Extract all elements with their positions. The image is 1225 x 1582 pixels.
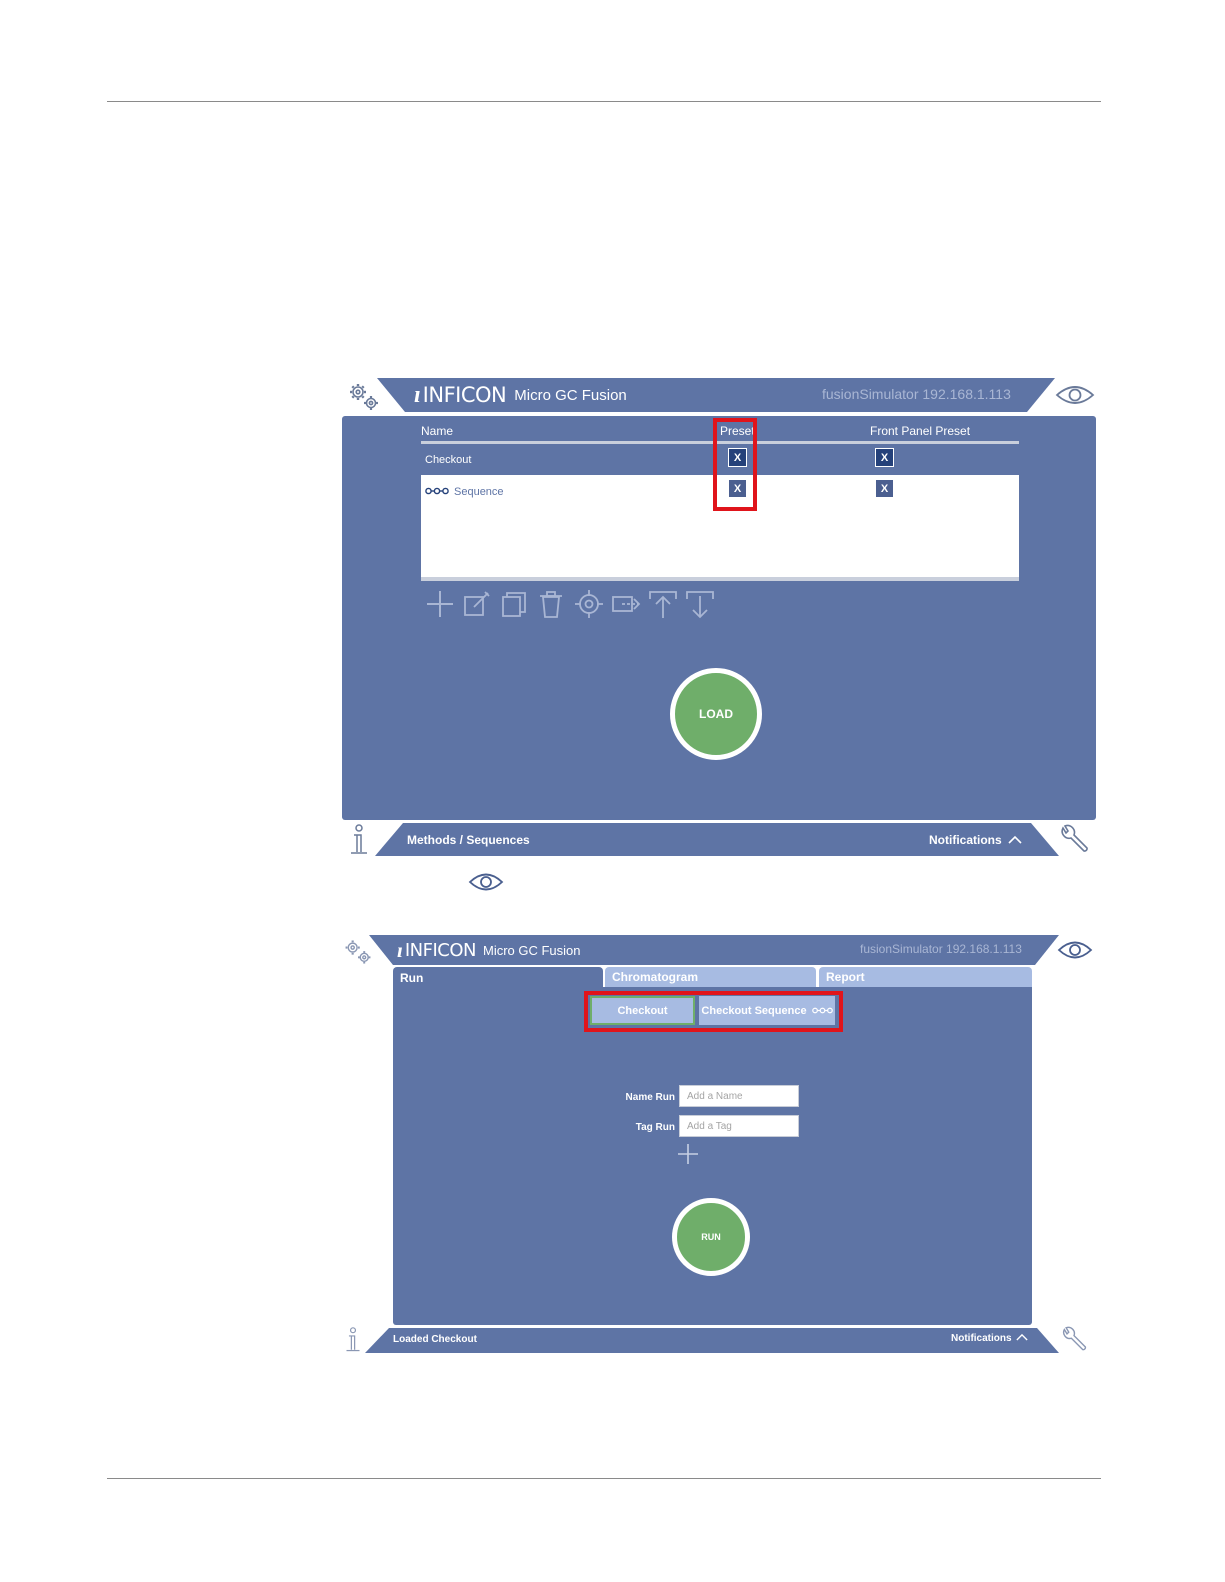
- download-icon[interactable]: [684, 588, 716, 625]
- run-button[interactable]: RUN: [672, 1198, 750, 1276]
- wrench-icon[interactable]: [1058, 824, 1090, 856]
- method-button-checkout-sequence[interactable]: Checkout Sequence: [699, 996, 835, 1025]
- footer-left-label: Methods / Sequences: [407, 833, 530, 847]
- method-button-checkout[interactable]: Checkout: [590, 996, 695, 1025]
- name-run-input[interactable]: Add a Name: [679, 1085, 799, 1107]
- notifications-label: Notifications: [951, 1333, 1012, 1344]
- logo-text: INFICON: [404, 939, 477, 961]
- import-icon[interactable]: [610, 588, 642, 625]
- row-name: Sequence: [454, 485, 504, 498]
- preset-column-highlight: [713, 418, 757, 511]
- eye-icon[interactable]: [1054, 383, 1096, 412]
- eye-icon: [468, 870, 504, 899]
- chevron-up-icon: [1008, 833, 1022, 847]
- logo-text: INFICON: [422, 383, 507, 407]
- chevron-up-icon: [1015, 1333, 1028, 1344]
- settings-gears-icon[interactable]: [346, 382, 382, 417]
- delete-icon[interactable]: [535, 588, 567, 625]
- row-name: Checkout: [425, 453, 472, 466]
- inficon-logo: ı INFICON Micro GC Fusion: [414, 381, 627, 409]
- edit-icon[interactable]: [461, 588, 493, 625]
- footer-left-label: Loaded Checkout: [393, 1334, 477, 1345]
- notifications-toggle[interactable]: Notifications: [929, 833, 1022, 847]
- name-run-label: Name Run: [625, 1092, 675, 1103]
- column-header-name: Name: [421, 424, 454, 438]
- add-icon[interactable]: [424, 588, 456, 625]
- tab-chromatogram[interactable]: Chromatogram: [605, 967, 816, 987]
- host-label: fusionSimulator 192.168.1.113: [822, 386, 1011, 402]
- notifications-toggle[interactable]: Notifications: [951, 1333, 1028, 1344]
- host-label: fusionSimulator 192.168.1.113: [860, 942, 1022, 956]
- tag-run-label: Tag Run: [635, 1122, 675, 1133]
- settings-gears-icon[interactable]: [342, 938, 374, 971]
- upload-icon[interactable]: [647, 588, 679, 625]
- product-name: Micro GC Fusion: [514, 386, 627, 404]
- load-button[interactable]: LOAD: [670, 668, 762, 760]
- eye-icon[interactable]: [1057, 938, 1093, 967]
- product-name: Micro GC Fusion: [482, 942, 581, 958]
- sequence-icon: [811, 1005, 833, 1017]
- target-icon[interactable]: [573, 588, 605, 625]
- sequence-icon: [425, 486, 449, 498]
- top-rule: [107, 101, 1101, 102]
- notifications-label: Notifications: [929, 833, 1002, 847]
- logo-mark: ı: [397, 937, 403, 962]
- run-panel: Name Run Add a Name Tag Run Add a Tag RU…: [393, 987, 1032, 1325]
- methods-screenshot: ı INFICON Micro GC Fusion fusionSimulato…: [337, 378, 1096, 856]
- add-run-field-icon[interactable]: [677, 1143, 699, 1170]
- front-panel-toggle-sequence[interactable]: X: [875, 479, 894, 498]
- copy-icon[interactable]: [498, 588, 530, 625]
- tab-report[interactable]: Report: [819, 967, 1032, 987]
- method-button-label: Checkout Sequence: [701, 1004, 807, 1017]
- run-screenshot: ı INFICON Micro GC Fusion fusionSimulato…: [337, 935, 1096, 1355]
- tag-run-input[interactable]: Add a Tag: [679, 1115, 799, 1137]
- bottom-rule: [107, 1478, 1101, 1479]
- wrench-icon[interactable]: [1060, 1326, 1088, 1355]
- logo-mark: ı: [414, 381, 421, 408]
- inficon-logo: ı INFICON Micro GC Fusion: [397, 937, 581, 963]
- tab-run[interactable]: Run: [393, 967, 603, 988]
- column-header-front-panel: Front Panel Preset: [870, 424, 971, 438]
- front-panel-toggle-checkout[interactable]: X: [875, 448, 894, 467]
